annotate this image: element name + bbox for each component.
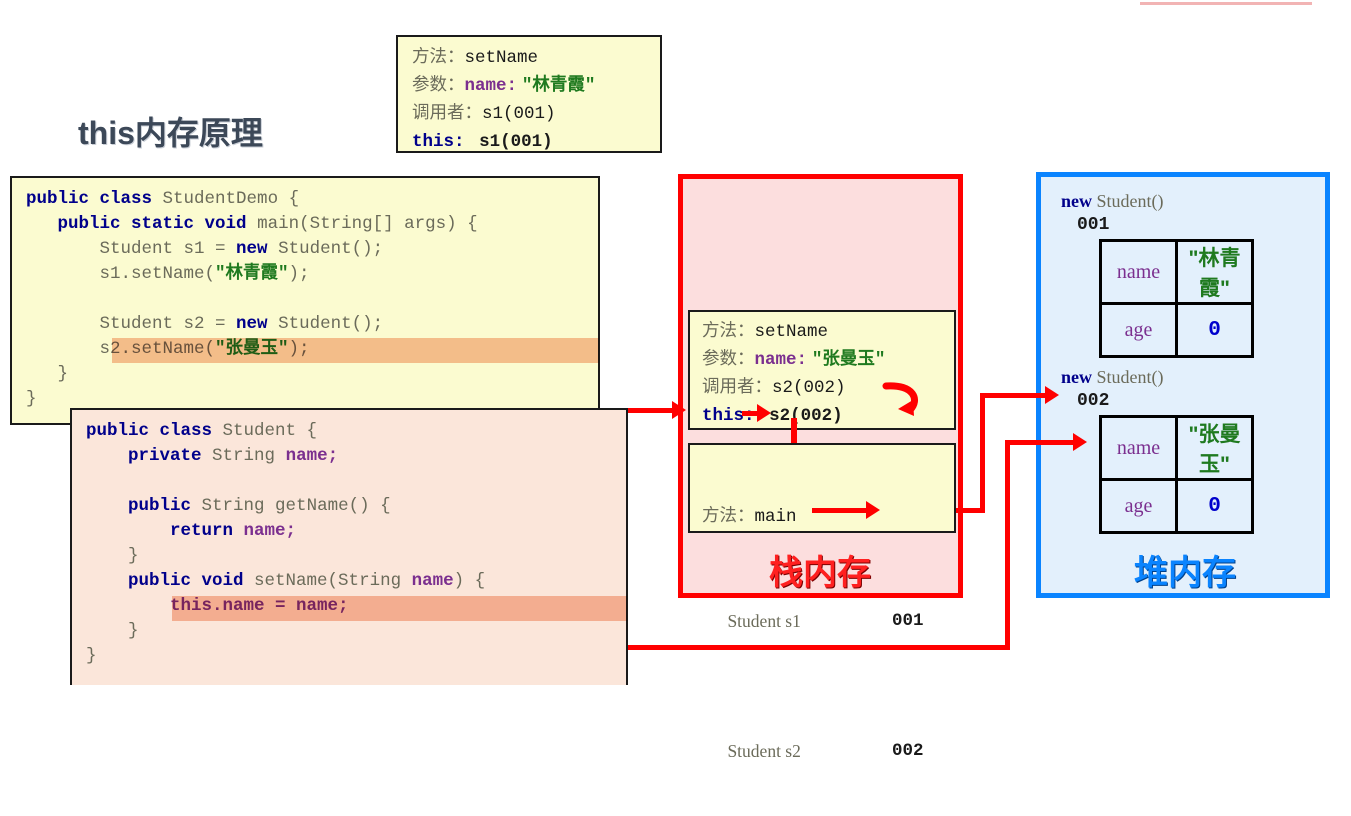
heap-object-0-field-1-value: 0: [1175, 302, 1254, 358]
arrow-this-inner-icon: [757, 404, 771, 422]
frame-main-var-0-addr: 001: [892, 611, 924, 631]
heap-object-1-header: new Student(): [1061, 367, 1164, 388]
arrow-main-s2-icon: [866, 501, 880, 519]
frame-main-var-0-decl: Student s1: [727, 611, 801, 631]
tooltip-this-label: this:: [412, 132, 465, 152]
frame-main-var-1-addr: 002: [892, 741, 924, 761]
tooltip-method-value: setName: [464, 48, 539, 68]
heap-object-1-field-0-name: name: [1099, 415, 1178, 481]
heap-object-0-header: new Student(): [1061, 191, 1164, 212]
heap-object-0-type: Student(): [1096, 191, 1164, 211]
frame-setname-this-label: this:: [702, 406, 755, 426]
table-row: age 0: [1099, 302, 1254, 358]
tooltip-method-label: 方法：: [412, 46, 465, 66]
heap-object-0-field-0-value: "林青霞": [1175, 239, 1254, 305]
heap-object-1-field-0-value: "张曼玉": [1175, 415, 1254, 481]
frame-setname-method-label: 方法：: [702, 320, 755, 340]
new-keyword-0: new: [1061, 191, 1092, 211]
stack-frame-main: 方法：main Student s1 001 Student s2 002: [688, 443, 956, 761]
tooltip-this-value: s1(001): [479, 132, 553, 152]
self-reference-curve-icon: [882, 382, 918, 416]
heap-memory-label: 堆内存: [1134, 554, 1236, 592]
connector-s2-riser: [980, 393, 985, 513]
heap-object-1-field-1-name: age: [1099, 478, 1178, 534]
table-row: age 0: [1099, 478, 1254, 534]
heap-object-1-field-1-value: 0: [1175, 478, 1254, 534]
connector-thisname-riser: [1005, 440, 1010, 648]
frame-setname-this-value: s2(002): [769, 406, 843, 426]
table-row: name "张曼玉": [1099, 415, 1254, 481]
code-block-studentdemo: public class StudentDemo { public static…: [10, 176, 600, 425]
tooltip-param-label: 参数：: [412, 74, 465, 94]
arrow-to-heap-name-icon: [1073, 433, 1087, 451]
frame-setname-param-name: name:: [754, 350, 808, 370]
frame-setname-caller-label: 调用者：: [702, 376, 772, 396]
frame-main-method-label: 方法：: [702, 505, 755, 525]
arrow-to-heap-002-icon: [1045, 386, 1059, 404]
heap-object-0-field-1-name: age: [1099, 302, 1178, 358]
heap-object-0-address: 001: [1077, 215, 1110, 235]
frame-main-var-1-decl: Student s2: [727, 741, 801, 761]
connector-thisname-to-name: [1005, 440, 1077, 445]
highlight-studentdemo-line: [112, 338, 599, 363]
connector-s2-to-addr: [980, 393, 1049, 398]
table-row: name "林青霞": [1099, 239, 1254, 305]
tooltip-param-name: name:: [464, 76, 518, 96]
tooltip-caller-label: 调用者：: [412, 102, 482, 122]
tooltip-caller-value: s1(001): [482, 104, 556, 124]
frame-setname-caller-value: s2(002): [772, 378, 846, 398]
heap-object-1-table: name "张曼玉" age 0: [1099, 415, 1254, 534]
arrow-to-this-icon: [672, 401, 686, 419]
frame-main-var-1: Student s2 002: [702, 712, 954, 790]
highlight-student-line: [172, 596, 627, 621]
page-title: this内存原理: [78, 115, 263, 151]
top-accent-rule: [1140, 2, 1312, 5]
frame-main-var-0: Student s1 001: [702, 582, 954, 660]
heap-memory-region: new Student() 001 name "林青霞" age 0 new S…: [1036, 172, 1330, 598]
frame-setname-param-label: 参数：: [702, 348, 755, 368]
tooltip-param-value: "林青霞": [521, 76, 596, 96]
frame-setname-method-value: setName: [754, 322, 829, 342]
heap-object-1-address: 002: [1077, 391, 1110, 411]
frame-setname-param-value: "张曼玉": [811, 350, 886, 370]
frame-main-method-value: main: [754, 507, 797, 527]
heap-object-1-type: Student(): [1096, 367, 1164, 387]
connector-main-s2-to-addr: [812, 508, 870, 513]
new-keyword-1: new: [1061, 367, 1092, 387]
code-block-student: public class Student { private String na…: [70, 408, 628, 685]
heap-object-0-field-0-name: name: [1099, 239, 1178, 305]
heap-object-0-table: name "林青霞" age 0: [1099, 239, 1254, 358]
tooltip-frame-setname-s1: 方法：setName 参数：name: "林青霞" 调用者：s1(001) th…: [396, 35, 662, 153]
